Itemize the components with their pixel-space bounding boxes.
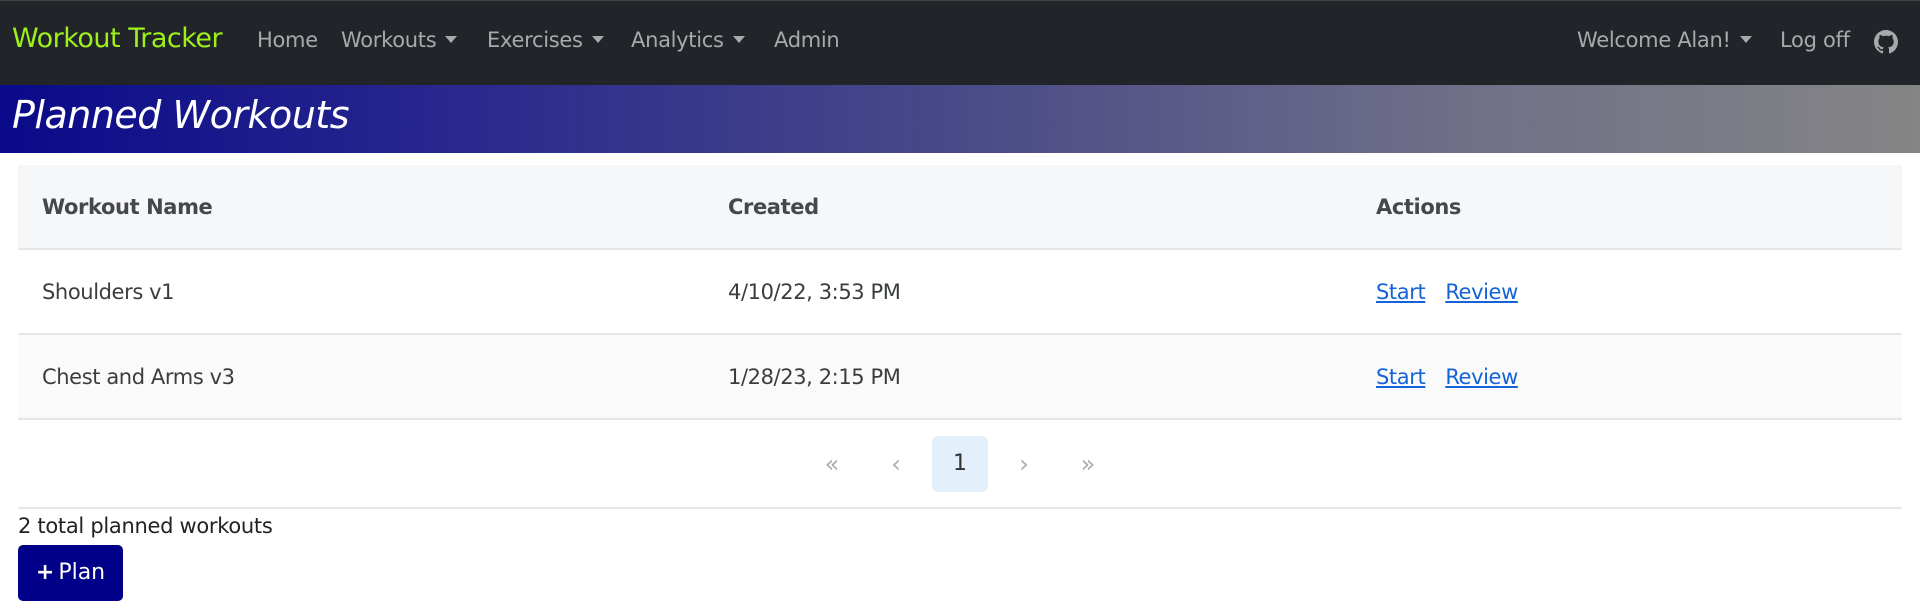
user-menu-dropdown[interactable]: Welcome Alan! (1577, 28, 1752, 52)
table-row: Shoulders v1 4/10/22, 3:53 PM Start Revie… (18, 250, 1902, 335)
pagination: « ‹ 1 › » (18, 420, 1902, 509)
nav-workouts-dropdown[interactable]: Workouts (341, 28, 458, 52)
page-header-banner: Planned Workouts (0, 85, 1920, 153)
review-link[interactable]: Review (1445, 280, 1518, 304)
logoff-link[interactable]: Log off (1780, 28, 1850, 52)
workout-name: Chest and Arms v3 (42, 365, 235, 389)
nav-exercises-label: Exercises (487, 28, 583, 52)
header-workout-name[interactable]: Workout Name (42, 165, 213, 250)
nav-analytics-label: Analytics (631, 28, 724, 52)
page-1-button[interactable]: 1 (932, 436, 988, 492)
nav-admin-label: Admin (774, 28, 840, 52)
created-date: 4/10/22, 3:53 PM (728, 280, 901, 304)
plan-button-label: Plan (58, 560, 106, 585)
next-page-button[interactable]: › (996, 436, 1052, 492)
caret-down-icon (1739, 36, 1752, 43)
review-link[interactable]: Review (1445, 365, 1518, 389)
caret-down-icon (591, 36, 604, 43)
github-icon[interactable] (1874, 30, 1898, 54)
start-link[interactable]: Start (1376, 365, 1426, 389)
caret-down-icon (445, 36, 458, 43)
nav-admin[interactable]: Admin (774, 28, 840, 52)
header-actions: Actions (1376, 195, 1462, 219)
actions-cell: Start Review (1376, 335, 1538, 420)
navbar: Workout Tracker Home Workouts Exercises … (0, 0, 1920, 85)
nav-analytics-dropdown[interactable]: Analytics (631, 28, 745, 52)
planned-workouts-table: Workout Name Created Actions Shoulders v… (18, 165, 1902, 509)
nav-workouts-label: Workouts (341, 28, 437, 52)
created-date: 1/28/23, 2:15 PM (728, 365, 901, 389)
plus-icon: + (35, 560, 55, 585)
last-page-button[interactable]: » (1060, 436, 1116, 492)
add-plan-button[interactable]: + Plan (18, 545, 123, 601)
nav-home-label: Home (257, 28, 318, 52)
prev-page-button[interactable]: ‹ (868, 436, 924, 492)
header-created[interactable]: Created (728, 165, 819, 250)
brand-link[interactable]: Workout Tracker (12, 23, 223, 54)
nav-home[interactable]: Home (257, 28, 318, 52)
first-page-button[interactable]: « (804, 436, 860, 492)
workout-name: Shoulders v1 (42, 280, 175, 304)
table-header-row: Workout Name Created Actions (18, 165, 1902, 250)
total-count: 2 total planned workouts (18, 514, 273, 538)
nav-exercises-dropdown[interactable]: Exercises (487, 28, 604, 52)
actions-cell: Start Review (1376, 250, 1538, 335)
welcome-label: Welcome Alan! (1577, 28, 1731, 52)
start-link[interactable]: Start (1376, 280, 1426, 304)
table-row: Chest and Arms v3 1/28/23, 2:15 PM Start… (18, 335, 1902, 420)
page-title: Planned Workouts (12, 93, 350, 137)
caret-down-icon (732, 36, 745, 43)
